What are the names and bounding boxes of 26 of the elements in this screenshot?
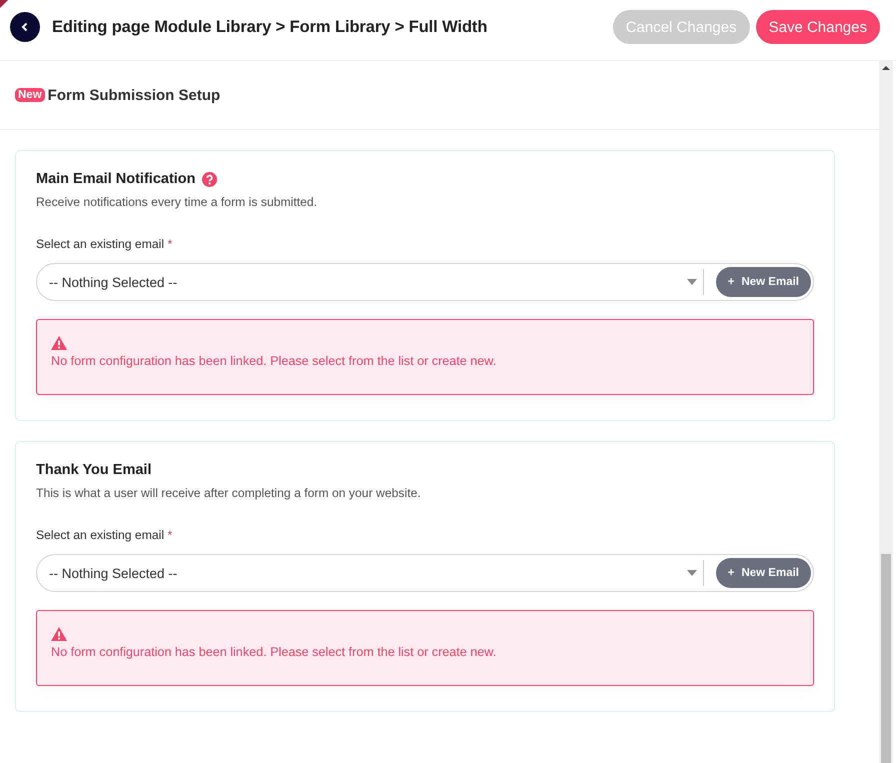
email-select[interactable]: -- Nothing Selected -- + New Email [36,554,814,592]
save-button[interactable]: Save Changes [756,10,880,44]
scrollbar[interactable] [879,61,893,763]
alert-message: No form configuration has been linked. Please select from the list or create new. [51,645,498,659]
warning-icon [51,627,67,641]
page-title: Editing page Module Library > Form Library > Full Width [52,18,488,36]
card-description: This is what a user will receive after completing a form on your website. [36,486,422,500]
card-title: Thank You Email [36,462,152,478]
corner-mark [0,0,8,8]
new-badge: New [15,88,45,102]
chevron-left-icon [20,22,30,32]
section-title: Form Submission Setup [48,86,220,104]
card-title: Main Email Notification [36,171,196,187]
field-label: Select an existing email * [36,237,174,251]
dropdown-caret-icon [686,570,697,576]
back-button[interactable] [10,12,40,42]
new-email-button[interactable]: + New Email [716,267,811,297]
help-icon[interactable] [202,172,217,186]
card-description: Receive notifications every time a form is submitted. [36,195,318,209]
warning-icon [51,336,67,350]
new-email-button[interactable]: + New Email [716,558,811,588]
dropdown-caret-icon [686,279,697,285]
field-label: Select an existing email * [36,528,174,542]
scrollbar-thumb[interactable] [881,554,891,763]
email-select[interactable]: -- Nothing Selected -- + New Email [36,263,814,301]
alert-message: No form configuration has been linked. Please select from the list or create new. [51,354,498,368]
